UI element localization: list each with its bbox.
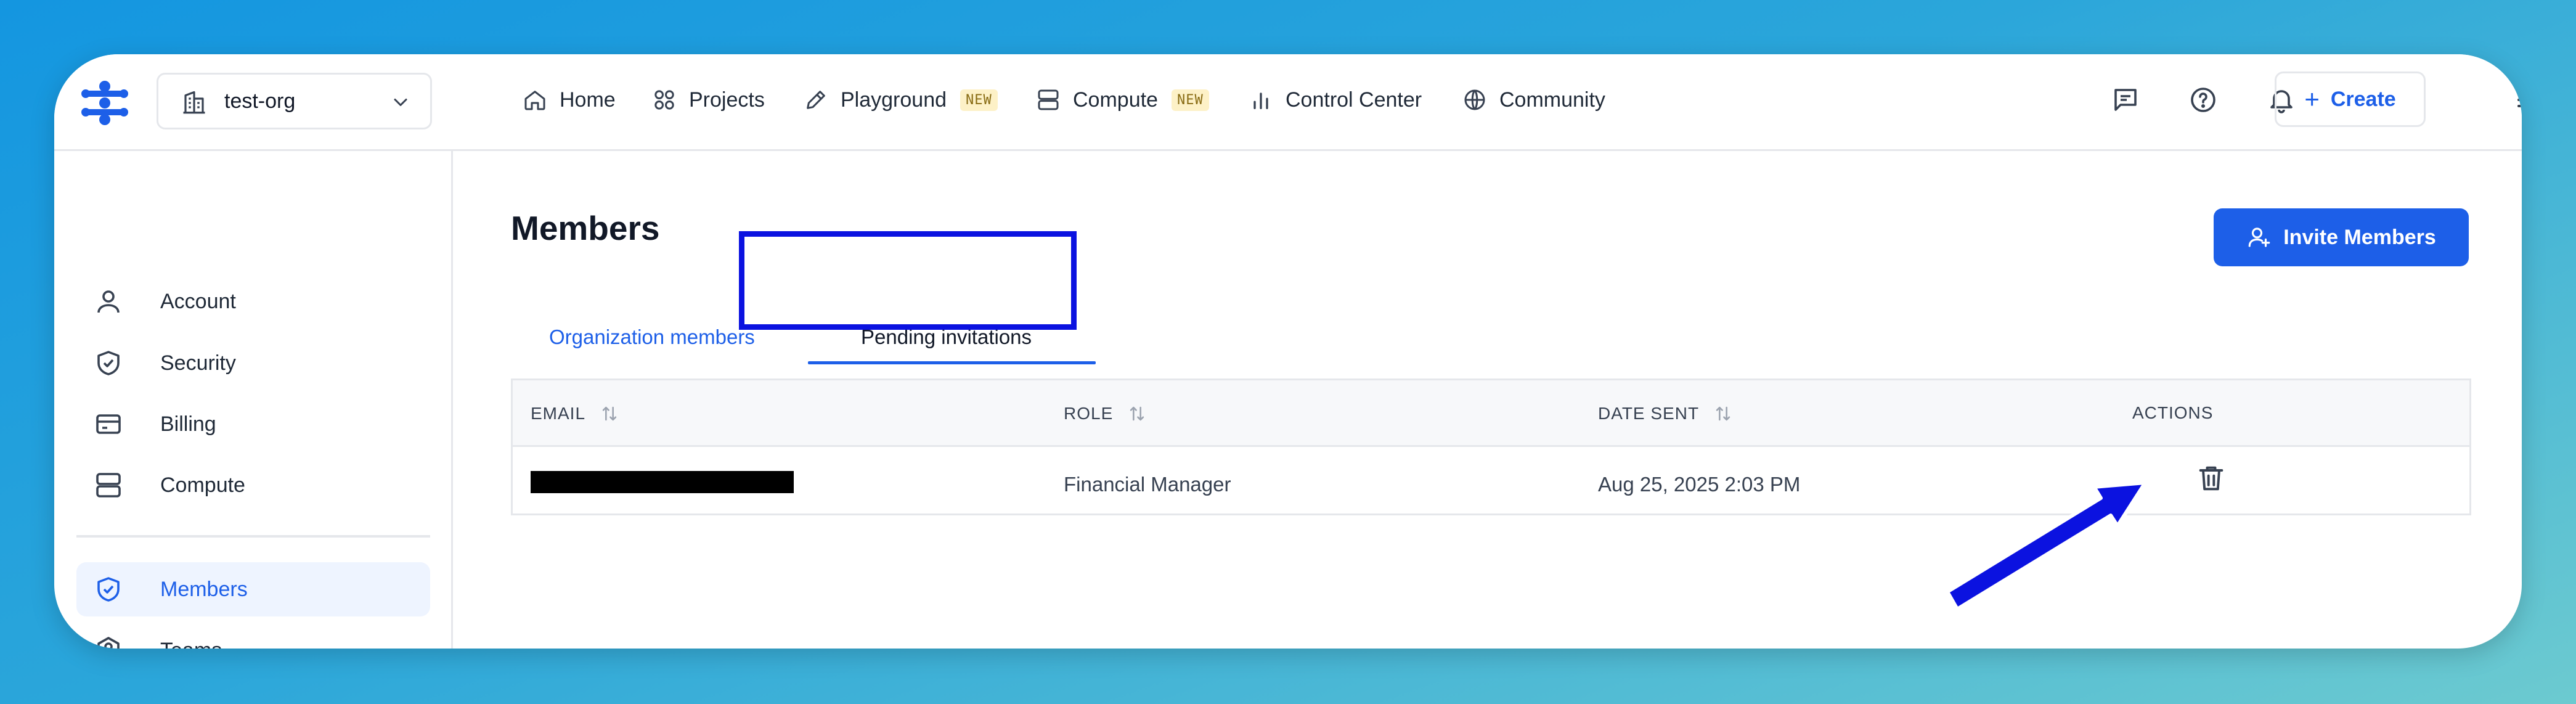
sidebar-item-label: Compute [160, 473, 245, 497]
invite-members-button[interactable]: Invite Members [2214, 208, 2469, 266]
sort-icon [1130, 406, 1144, 421]
nav-projects[interactable]: Projects [652, 81, 765, 118]
sidebar-item-members[interactable]: Members [76, 562, 430, 616]
column-header-label: ACTIONS [2132, 403, 2214, 422]
tab-organization-members[interactable]: Organization members [549, 325, 755, 349]
org-selector-value: test-org [224, 89, 296, 113]
chevron-down-icon [394, 99, 407, 106]
globe-icon [1464, 89, 1485, 110]
nav-playground[interactable]: Playground NEW [804, 81, 998, 118]
row-date-sent: Aug 25, 2025 2:03 PM [1598, 473, 1801, 496]
nav-control-center-label: Control Center [1286, 88, 1422, 112]
page-title: Members [511, 209, 660, 247]
brand-logo-icon[interactable] [77, 75, 132, 131]
feedback-button[interactable] [2107, 81, 2144, 118]
table-header: EMAIL ROLE DATE SENT ACTIONS [513, 380, 2469, 447]
nav-control-center[interactable]: Control Center [1249, 81, 1422, 118]
sidebar-item-label: Account [160, 289, 236, 313]
feedback-icon [2114, 89, 2137, 111]
new-badge: NEW [1171, 89, 1209, 111]
bar-chart-icon [1253, 92, 1268, 109]
org-selector[interactable]: test-org [157, 73, 432, 129]
redacted-email [531, 471, 794, 493]
active-tab-indicator [808, 361, 1096, 364]
nav-community[interactable]: Community [1462, 81, 1605, 118]
help-button[interactable] [2185, 81, 2222, 118]
sidebar-item-label: Billing [160, 412, 216, 436]
sort-icon [602, 406, 617, 421]
teams-icon [97, 637, 120, 649]
nav-home-label: Home [560, 88, 616, 112]
building-icon [183, 91, 205, 114]
nav-community-label: Community [1499, 88, 1605, 112]
pencil-icon [807, 91, 825, 109]
user-plus-icon [2248, 227, 2270, 247]
home-icon [524, 91, 545, 110]
server-icon [96, 473, 121, 497]
sidebar-item-label: Members [160, 577, 248, 601]
annotation-arrow-icon [1946, 481, 2147, 610]
plus-icon: + [2304, 84, 2320, 113]
nav-compute-label: Compute [1073, 88, 1158, 112]
sidebar-item-billing[interactable]: Billing [76, 397, 430, 451]
sidebar-item-teams[interactable]: Teams [76, 623, 430, 649]
column-header-label: ROLE [1064, 404, 1114, 423]
sidebar-item-label: Security [160, 351, 236, 375]
server-icon [1038, 89, 1059, 110]
nav-compute[interactable]: Compute NEW [1036, 81, 1209, 118]
sidebar-item-compute[interactable]: Compute [76, 458, 430, 512]
trash-icon[interactable] [2195, 462, 2227, 494]
row-role: Financial Manager [1064, 473, 1231, 496]
column-header-actions: ACTIONS [2132, 403, 2213, 423]
annotation-highlight-box [739, 231, 1077, 330]
invite-members-label: Invite Members [2283, 225, 2436, 249]
sidebar-item-account[interactable]: Account [76, 274, 430, 329]
sidebar-divider [76, 535, 430, 538]
column-header-email[interactable]: EMAIL [531, 403, 620, 424]
shield-check-icon [97, 351, 120, 375]
help-icon [2191, 88, 2215, 112]
new-badge: NEW [960, 89, 998, 111]
sidebar-item-label: Teams [160, 639, 222, 649]
credit-card-icon [96, 414, 121, 434]
create-button-label: Create [2330, 87, 2396, 111]
sort-icon [1716, 406, 1730, 421]
nav-projects-label: Projects [689, 88, 765, 112]
menu-icon [2517, 92, 2522, 107]
nav-playground-label: Playground [841, 88, 947, 112]
settings-sidebar: Account Security Billing Compute Members… [54, 151, 453, 649]
top-navigation-bar: test-org Home Projects Playground NEW Co… [54, 54, 2522, 151]
invitations-table: EMAIL ROLE DATE SENT ACTIONS Financial M… [511, 379, 2471, 515]
shield-check-icon [97, 577, 120, 602]
sidebar-item-security[interactable]: Security [76, 336, 430, 390]
menu-button[interactable] [2510, 81, 2522, 118]
column-header-label: EMAIL [531, 404, 586, 423]
nav-home[interactable]: Home [523, 81, 616, 118]
user-icon [97, 290, 120, 313]
create-button[interactable]: + Create [2275, 72, 2426, 127]
column-header-date-sent[interactable]: DATE SENT [1598, 403, 1734, 424]
column-header-role[interactable]: ROLE [1064, 403, 1147, 424]
column-header-label: DATE SENT [1598, 404, 1700, 423]
projects-icon [654, 90, 674, 110]
